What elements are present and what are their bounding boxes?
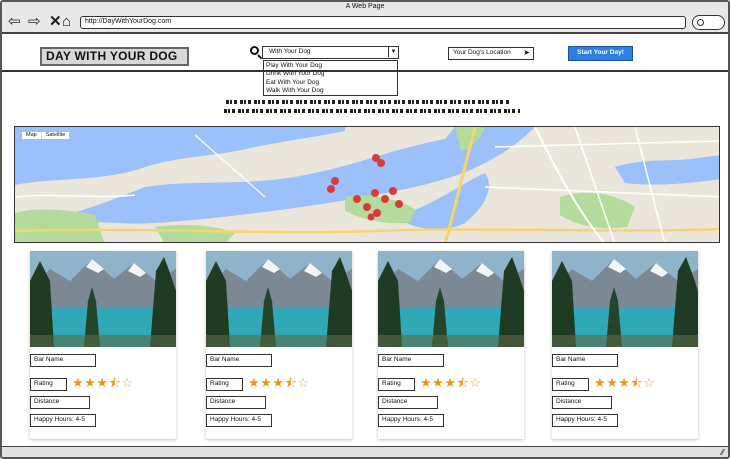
happy-hours: Happy Hours: 4-5 [378,414,444,427]
happy-hours: Happy Hours: 4-5 [206,414,272,427]
rating-stars: ★★★⯪☆ [594,376,655,389]
half-star-icon: ⯪ [284,375,298,390]
resize-grip-icon[interactable]: ⁄⁄ [721,448,724,457]
happy-hours: Happy Hours: 4-5 [552,414,618,427]
activity-dropdown-menu: Play With Your Dog Drink With Your Dog E… [263,60,398,96]
close-icon[interactable]: ✕ [49,13,62,31]
forward-arrow-icon[interactable]: ⇨ [28,13,41,31]
distance-label: Distance [378,396,438,409]
bar-photo [30,251,176,347]
star-icon: ★★★ [72,375,109,390]
map-toggle-map[interactable]: Map [22,132,42,139]
browser-toolbar: ⇦ ⇨ ✕ ⌂ http://DayWithYourDog.com [2,12,728,34]
map-type-toggle[interactable]: Map Satellite [21,131,71,140]
dropdown-option-walk[interactable]: Walk With Your Dog [266,87,395,95]
home-icon[interactable]: ⌂ [62,13,71,31]
site-logo[interactable]: DAY WITH YOUR DOG [40,47,189,66]
half-star-icon: ⯪ [108,375,122,390]
rating-stars: ★★★⯪☆ [248,376,309,389]
header-divider [2,70,728,72]
location-arrow-icon[interactable]: ➤ [523,48,530,58]
search-icon [697,19,704,26]
rating-stars: ★★★⯪☆ [420,376,481,389]
dropdown-option-eat[interactable]: Eat With Your Dog [266,79,395,87]
star-icon: ★★★ [248,375,285,390]
activity-select-value: With Your Dog [269,48,311,55]
location-input-placeholder: Your Dog's Location [453,49,511,56]
map-view[interactable]: Map Satellite [14,126,720,243]
half-star-icon: ⯪ [456,375,470,390]
distance-label: Distance [552,396,612,409]
placeholder-text-line [224,109,520,113]
window-title: A Web Page [2,2,728,12]
distance-label: Distance [30,396,90,409]
location-input[interactable]: Your Dog's Location ➤ [448,47,534,60]
distance-label: Distance [206,396,266,409]
star-icon: ★★★ [594,375,631,390]
activity-select[interactable]: With Your Dog ▼ [262,46,399,59]
bar-name[interactable]: Bar Name [206,354,272,367]
map-canvas[interactable] [15,127,720,243]
placeholder-text-line [226,100,510,104]
rating-stars: ★★★⯪☆ [72,376,133,389]
bar-card[interactable]: Bar Name Rating ★★★⯪☆ Distance Happy Hou… [206,251,352,439]
browser-search-button[interactable] [692,15,725,30]
rating-label: Rating [378,378,415,391]
happy-hours: Happy Hours: 4-5 [30,414,96,427]
half-star-icon: ⯪ [630,375,644,390]
bar-photo [552,251,698,347]
start-day-button[interactable]: Start Your Day! [568,46,633,61]
bar-name[interactable]: Bar Name [30,354,96,367]
bar-photo [378,251,524,347]
url-bar[interactable]: http://DayWithYourDog.com [80,16,686,29]
star-icon: ★★★ [420,375,457,390]
map-toggle-satellite[interactable]: Satellite [42,132,70,139]
bar-name[interactable]: Bar Name [552,354,618,367]
chevron-down-icon[interactable]: ▼ [388,47,398,57]
empty-star-icon: ☆ [643,375,656,390]
bar-name[interactable]: Bar Name [378,354,444,367]
browser-window: A Web Page ⇦ ⇨ ✕ ⌂ http://DayWithYourDog… [0,0,730,459]
bar-card[interactable]: Bar Name Rating ★★★⯪☆ Distance Happy Hou… [30,251,176,439]
rating-label: Rating [30,378,67,391]
bar-card[interactable]: Bar Name Rating ★★★⯪☆ Distance Happy Hou… [552,251,698,439]
rating-label: Rating [206,378,243,391]
bar-photo [206,251,352,347]
bar-card[interactable]: Bar Name Rating ★★★⯪☆ Distance Happy Hou… [378,251,524,439]
status-bar: ⁄⁄ [2,446,728,457]
empty-star-icon: ☆ [297,375,310,390]
rating-label: Rating [552,378,589,391]
back-arrow-icon[interactable]: ⇦ [8,13,21,31]
empty-star-icon: ☆ [121,375,134,390]
empty-star-icon: ☆ [469,375,482,390]
